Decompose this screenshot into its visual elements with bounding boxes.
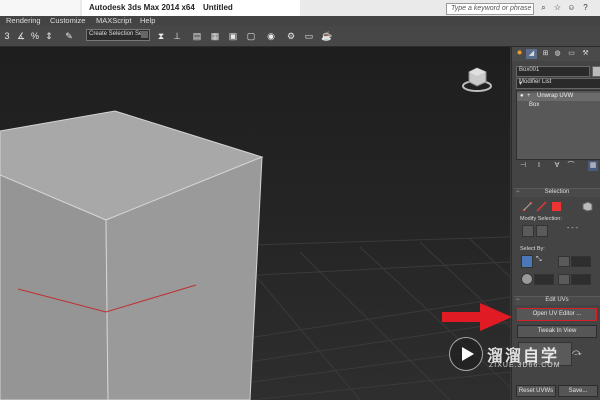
loop-ring-icon[interactable]: ‐ ‐ ‐ [567, 225, 578, 232]
bulb-icon[interactable]: ● [520, 93, 524, 99]
selection-rollout-title: Selection [544, 189, 570, 195]
expand-icon[interactable]: + [527, 93, 531, 99]
make-unique-icon[interactable]: ∀ [552, 161, 562, 171]
id-spinner[interactable] [571, 274, 591, 285]
edit-uvs-rollout-title: Edit UVs [545, 297, 569, 303]
named-selection-set-dropdown[interactable]: Create Selection Se [86, 29, 150, 41]
title-bar: Autodesk 3ds Max 2014 x64 Untitled Type … [0, 0, 600, 16]
motion-tab-icon[interactable]: ◍ [552, 49, 563, 59]
perspective-viewport[interactable] [0, 47, 510, 400]
element-select-icon[interactable] [582, 201, 593, 212]
selection-rollout-header[interactable]: − Selection [514, 188, 600, 197]
threshold-spinner[interactable] [571, 256, 591, 267]
viewport-scene [0, 67, 510, 400]
edit-named-selection-icon[interactable]: ✎ [62, 29, 76, 43]
stack-item-label: Unwrap UVW [537, 93, 574, 99]
polygon-select-icon[interactable] [551, 201, 562, 212]
menu-bar: Rendering Customize MAXScript Help [0, 16, 600, 26]
object-name-text: Box001 [519, 67, 540, 73]
display-tab-icon[interactable]: ▭ [566, 49, 577, 59]
angle-spinner[interactable] [534, 274, 554, 285]
layer-manager-icon[interactable]: ▤ [190, 29, 204, 43]
help-icon[interactable]: ? [580, 3, 591, 13]
object-name-field[interactable]: Box001 [516, 66, 590, 77]
main-toolbar: 3 ∡ % ⇕ ✎ Create Selection Se ⧗ ⊥ ▤ ▦ ▣ … [0, 26, 600, 47]
search-input[interactable]: Type a keyword or phrase [446, 3, 534, 15]
curve-editor-icon[interactable]: ▣ [226, 29, 240, 43]
rendered-frame-window-icon[interactable]: ▭ [302, 29, 316, 43]
angle-snap-icon[interactable]: ∡ [14, 29, 28, 43]
hierarchy-tab-icon[interactable]: ⊞ [540, 49, 551, 59]
chevron-down-icon: ▾ [519, 81, 523, 87]
watermark-url: ZIXUE.3D66.COM [489, 362, 561, 369]
schematic-view-icon[interactable]: ▢ [244, 29, 258, 43]
object-color-swatch[interactable] [592, 66, 600, 77]
show-end-result-icon[interactable]: I [534, 161, 544, 171]
pin-stack-icon[interactable]: ⊣ [518, 161, 528, 171]
menu-rendering[interactable]: Rendering [6, 16, 41, 25]
render-setup-icon[interactable]: ⚙ [284, 29, 298, 43]
edge-select-icon[interactable] [536, 201, 547, 212]
modifier-stack: ● + Unwrap UVW Box [516, 90, 600, 160]
quick-access-area [0, 0, 80, 16]
remove-modifier-icon[interactable]: ⌒ [566, 161, 576, 171]
stack-item-box[interactable]: Box [517, 102, 600, 110]
command-panel-tabs: ✹ ◢ ⊞ ◍ ▭ ⚒ [512, 47, 600, 61]
open-uv-editor-button[interactable]: Open UV Editor ... [517, 308, 597, 321]
smooth-group-icon[interactable] [558, 256, 570, 267]
material-id-icon[interactable] [558, 274, 570, 285]
stack-tools: ⊣ I ∀ ⌒ ▦ [516, 161, 600, 173]
chevron-down-icon [141, 31, 148, 38]
watermark: 溜溜自学 ZIXUE.3D66.COM [443, 333, 600, 377]
create-tab-icon[interactable]: ✹ [514, 49, 525, 59]
selection-set-text: Create Selection Se [89, 31, 143, 37]
star-icon[interactable]: ☆ [552, 3, 563, 13]
render-production-icon[interactable]: ☕ [320, 29, 334, 43]
select-by-element-icon[interactable] [521, 255, 533, 268]
save-button[interactable]: Save... [558, 385, 598, 397]
modify-tab-icon[interactable]: ◢ [526, 49, 537, 59]
menu-customize[interactable]: Customize [50, 16, 85, 25]
align-icon[interactable]: ⊥ [170, 29, 184, 43]
grow-selection-icon[interactable] [522, 225, 534, 237]
modifier-list-dropdown[interactable]: Modifier List ▾ [516, 78, 600, 89]
play-logo-icon [449, 337, 483, 371]
stack-item-unwrap-uvw[interactable]: ● + Unwrap UVW [517, 93, 600, 101]
edit-uvs-rollout-header[interactable]: − Edit UVs [514, 296, 600, 305]
percent-snap-icon[interactable]: % [28, 29, 42, 43]
user-icon[interactable]: ☺ [566, 3, 577, 13]
document-title: Untitled [203, 3, 233, 12]
shrink-selection-icon[interactable] [536, 225, 548, 237]
select-by-label: Select By: [520, 246, 545, 252]
spinner-snap-icon[interactable]: ⇕ [42, 29, 56, 43]
configure-modifier-sets-icon[interactable]: ▦ [588, 161, 598, 171]
planar-angle-icon[interactable]: ⤡ [536, 256, 542, 264]
mirror-icon[interactable]: ⧗ [154, 29, 168, 43]
modify-selection-label: Modify Selection: [520, 216, 562, 222]
red-arrow-annotation [442, 303, 512, 331]
reset-uvws-button[interactable]: Reset UVWs [516, 385, 556, 397]
search-placeholder: Type a keyword or phrase [451, 5, 532, 12]
stack-item-label: Box [529, 102, 540, 108]
snap-3d-icon[interactable]: 3 [0, 29, 14, 43]
vertex-select-icon[interactable] [522, 201, 533, 212]
app-title: Autodesk 3ds Max 2014 x64 [89, 3, 195, 12]
menu-maxscript[interactable]: MAXScript [96, 16, 131, 25]
viewcube[interactable] [462, 67, 492, 92]
menu-help[interactable]: Help [140, 16, 155, 25]
binoculars-icon[interactable]: ⌕ [538, 3, 549, 13]
ignore-backfacing-icon[interactable] [521, 273, 533, 285]
material-editor-icon[interactable]: ◉ [264, 29, 278, 43]
utilities-tab-icon[interactable]: ⚒ [580, 49, 591, 59]
graphite-tools-icon[interactable]: ▦ [208, 29, 222, 43]
